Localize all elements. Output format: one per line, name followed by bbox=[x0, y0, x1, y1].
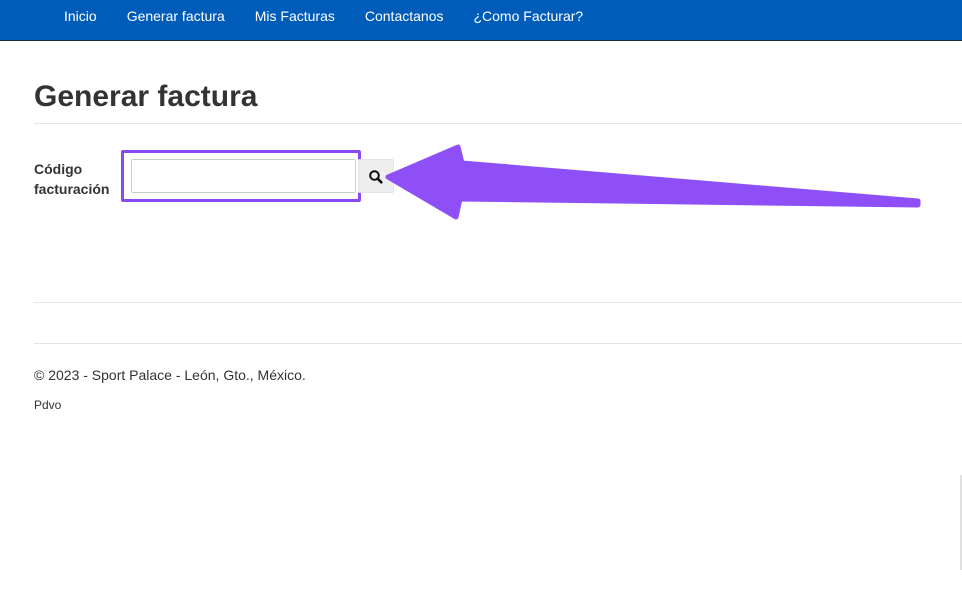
codigo-facturacion-label: Código facturación bbox=[34, 159, 120, 199]
nav-item-inicio[interactable]: Inicio bbox=[49, 0, 112, 33]
label-line-2: facturación bbox=[34, 181, 110, 197]
codigo-facturacion-input[interactable] bbox=[131, 159, 356, 193]
nav-item-contactanos[interactable]: Contactanos bbox=[350, 0, 459, 33]
page-title: Generar factura bbox=[34, 80, 258, 113]
annotation-arrow-icon bbox=[385, 144, 921, 220]
nav-item-generar-factura[interactable]: Generar factura bbox=[112, 0, 240, 33]
footer-sub: Pdvo bbox=[34, 398, 62, 412]
nav-menu: Inicio Generar factura Mis Facturas Cont… bbox=[49, 0, 598, 33]
nav-item-como-facturar[interactable]: ¿Como Facturar? bbox=[458, 0, 598, 33]
footer-divider-top bbox=[34, 302, 962, 303]
footer-copyright: © 2023 - Sport Palace - León, Gto., Méxi… bbox=[34, 367, 306, 383]
title-divider bbox=[34, 123, 962, 124]
footer-divider bbox=[34, 343, 962, 344]
label-line-1: Código bbox=[34, 161, 83, 177]
nav-item-mis-facturas[interactable]: Mis Facturas bbox=[240, 0, 350, 33]
top-navbar: Inicio Generar factura Mis Facturas Cont… bbox=[0, 0, 962, 41]
